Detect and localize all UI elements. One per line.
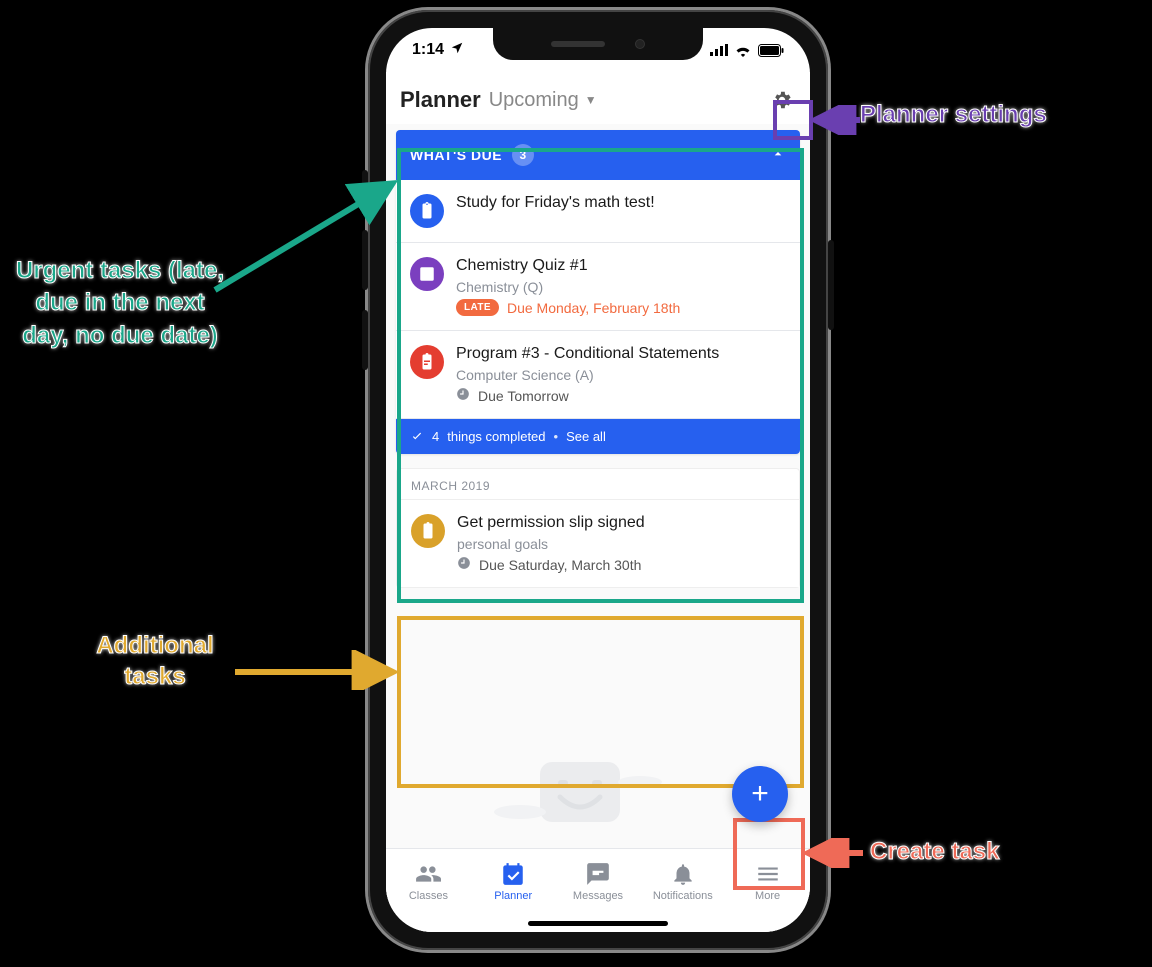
plus-icon: + [751,777,769,811]
phone-screen: 1:14 Planner Upcoming ▼ [386,28,810,932]
caret-down-icon: ▼ [585,93,597,107]
task-due: Due Saturday, March 30th [479,557,641,573]
app-header: Planner Upcoming ▼ [386,72,810,124]
check-icon [410,430,424,444]
task-due: Due Tomorrow [478,388,569,404]
task-icon [411,514,445,548]
chevron-up-icon [770,146,786,162]
app-root: Planner Upcoming ▼ WHAT'S DUE 3 [386,72,810,932]
settings-button[interactable] [768,86,796,114]
status-time: 1:14 [412,41,464,59]
battery-icon [758,44,784,57]
tab-messages[interactable]: Messages [556,849,641,914]
clock-icon [457,556,471,573]
task-icon [410,257,444,291]
later-section: MARCH 2019 Get permission slip signed pe… [396,468,800,588]
annotation-additional: Additional tasks [75,630,235,692]
gear-icon [771,89,793,111]
wifi-icon [734,44,752,57]
classes-icon [415,861,441,887]
task-title: Study for Friday's math test! [456,194,786,212]
phone-frame: 1:14 Planner Upcoming ▼ [368,10,828,950]
tab-label: More [755,890,780,902]
home-indicator [528,921,668,926]
clipboard-icon [418,202,436,220]
task-course: Computer Science (A) [456,367,786,383]
task-title: Program #3 - Conditional Statements [456,345,786,363]
task-item[interactable]: Study for Friday's math test! [396,180,800,243]
tab-classes[interactable]: Classes [386,849,471,914]
task-course: Chemistry (Q) [456,279,786,295]
task-subtitle: personal goals [457,536,785,552]
completed-label: things completed [447,429,545,444]
month-header: MARCH 2019 [397,469,799,500]
tab-label: Notifications [653,890,713,902]
task-item[interactable]: Chemistry Quiz #1 Chemistry (Q) LATE Due… [396,243,800,331]
assignment-icon [418,353,436,371]
whats-due-title: WHAT'S DUE [410,147,502,163]
mute-switch [362,170,368,206]
tab-more[interactable]: More [725,849,810,914]
separator-dot: • [554,429,559,444]
tab-planner[interactable]: Planner [471,849,556,914]
annotation-urgent: Urgent tasks (late, due in the next day,… [10,255,230,352]
menu-icon [755,861,781,887]
checklist-icon [418,265,436,283]
planner-icon [500,861,526,887]
location-icon [450,41,464,55]
completed-footer[interactable]: 4 things completed • See all [396,419,800,454]
tab-label: Planner [494,890,532,902]
tab-notifications[interactable]: Notifications [640,849,725,914]
background-illustration [490,752,670,832]
collapse-icon [770,146,786,165]
task-title: Chemistry Quiz #1 [456,257,786,275]
filter-dropdown[interactable]: Upcoming ▼ [489,89,597,112]
tab-label: Messages [573,890,623,902]
clipboard-icon [419,522,437,540]
task-icon [410,345,444,379]
bell-icon [670,861,696,887]
clock-icon [456,387,470,404]
whats-due-header[interactable]: WHAT'S DUE 3 [396,130,800,180]
annotation-settings: Planner settings [860,100,1047,130]
volume-down-button [362,310,368,370]
annotation-create: Create task [870,838,999,866]
volume-up-button [362,230,368,290]
whats-due-count: 3 [512,144,534,166]
task-icon [410,194,444,228]
filter-label: Upcoming [489,89,579,112]
task-item[interactable]: Get permission slip signed personal goal… [397,500,799,587]
completed-count: 4 [432,429,439,444]
page-title: Planner [400,87,481,113]
task-item[interactable]: Program #3 - Conditional Statements Comp… [396,331,800,419]
task-title: Get permission slip signed [457,514,785,532]
see-all-link[interactable]: See all [566,429,606,444]
side-button [828,240,834,330]
cellular-icon [710,44,728,56]
status-time-text: 1:14 [412,41,444,58]
create-task-button[interactable]: + [732,766,788,822]
tab-label: Classes [409,890,448,902]
messages-icon [585,861,611,887]
notch [493,28,703,60]
task-due: Due Monday, February 18th [507,300,680,316]
tab-bar: Classes Planner Messages Notifications M… [386,848,810,932]
late-badge: LATE [456,299,499,316]
whats-due-block: WHAT'S DUE 3 Study for Friday's math tes… [396,130,800,454]
